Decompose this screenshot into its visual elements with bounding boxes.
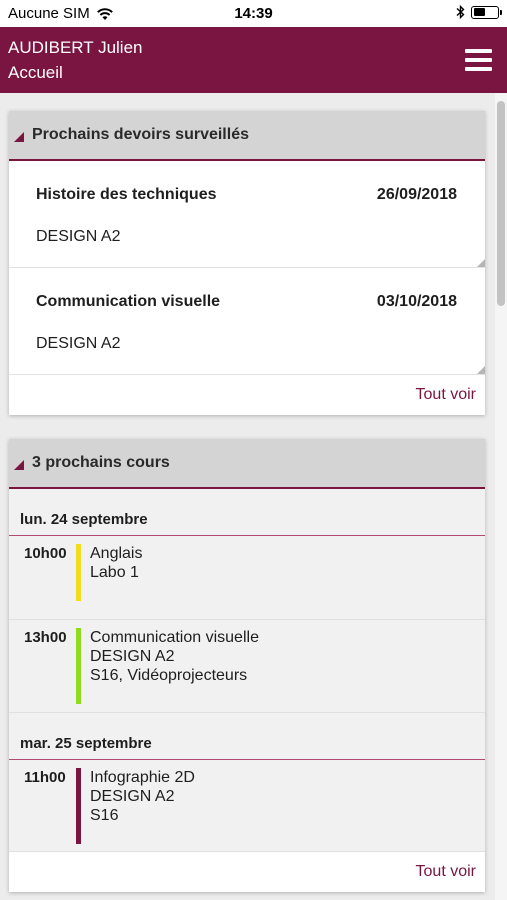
devoir-subject: Histoire des techniques	[36, 186, 217, 203]
page-title: Accueil	[8, 63, 63, 82]
day-header: lun. 24 septembre	[9, 489, 485, 536]
devoir-date: 03/10/2018	[376, 293, 457, 310]
main-content[interactable]: Prochains devoirs surveillés Histoire de…	[0, 93, 495, 900]
devoir-class: DESIGN A2	[36, 335, 121, 352]
cours-card-title: 3 prochains cours	[32, 454, 170, 471]
devoirs-card: Prochains devoirs surveillés Histoire de…	[9, 111, 485, 415]
cours-see-all-link[interactable]: Tout voir	[416, 863, 476, 881]
course-room: Labo 1	[90, 564, 139, 581]
course-time: 11h00	[24, 769, 66, 786]
menu-line	[465, 67, 492, 71]
course-color-bar	[76, 768, 81, 844]
day-label: mar. 25 septembre	[20, 735, 152, 752]
course-group: DESIGN A2	[90, 648, 175, 665]
battery-icon	[471, 5, 502, 19]
menu-line	[465, 58, 492, 62]
corner-fold-icon	[477, 259, 485, 267]
devoirs-card-header[interactable]: Prochains devoirs surveillés	[9, 111, 485, 161]
corner-fold-icon	[477, 366, 485, 374]
devoirs-see-all-link[interactable]: Tout voir	[416, 386, 476, 404]
cours-footer: Tout voir	[9, 852, 485, 892]
devoir-date: 26/09/2018	[376, 186, 457, 203]
course-details: Communication visuelle DESIGN A2 S16, Vi…	[90, 628, 259, 685]
course-room: S16, Vidéoprojecteurs	[90, 667, 248, 684]
course-subject: Infographie 2D	[90, 769, 195, 786]
course-item[interactable]: 10h00 Anglais Labo 1	[9, 536, 485, 620]
hamburger-menu-icon[interactable]	[465, 49, 492, 73]
battery-level	[473, 8, 485, 16]
status-right	[456, 5, 502, 19]
devoir-subject: Communication visuelle	[36, 293, 221, 310]
collapse-triangle-icon	[14, 132, 24, 142]
menu-line	[465, 49, 492, 53]
course-time: 13h00	[24, 629, 67, 646]
devoir-item[interactable]: Communication visuelle 03/10/2018 DESIGN…	[9, 268, 485, 375]
course-item[interactable]: 11h00 Infographie 2D DESIGN A2 S16	[9, 760, 485, 852]
devoirs-card-title: Prochains devoirs surveillés	[32, 126, 249, 143]
user-name: AUDIBERT Julien	[8, 38, 143, 57]
course-subject: Communication visuelle	[90, 629, 259, 646]
course-subject: Anglais	[90, 545, 143, 562]
cours-card-header[interactable]: 3 prochains cours	[9, 439, 485, 489]
clock: 14:39	[234, 5, 273, 22]
devoirs-footer: Tout voir	[9, 375, 485, 415]
status-bar: Aucune SIM 14:39	[0, 0, 507, 27]
scrollbar-thumb[interactable]	[497, 101, 505, 306]
day-label: lun. 24 septembre	[20, 511, 148, 528]
scrollbar[interactable]	[495, 93, 507, 900]
bluetooth-icon	[456, 5, 465, 19]
course-color-bar	[76, 628, 81, 704]
course-group: DESIGN A2	[90, 788, 175, 805]
collapse-triangle-icon	[14, 460, 24, 470]
course-color-bar	[76, 544, 81, 601]
devoir-item[interactable]: Histoire des techniques 26/09/2018 DESIG…	[9, 161, 485, 268]
app-header: AUDIBERT Julien Accueil	[0, 27, 507, 93]
course-room: S16	[90, 807, 119, 824]
course-item[interactable]: 13h00 Communication visuelle DESIGN A2 S…	[9, 620, 485, 713]
devoir-class: DESIGN A2	[36, 228, 121, 245]
day-header: mar. 25 septembre	[9, 713, 485, 760]
cours-list: lun. 24 septembre 10h00 Anglais Labo 1 1…	[9, 489, 485, 852]
course-details: Infographie 2D DESIGN A2 S16	[90, 768, 195, 825]
course-time: 10h00	[24, 545, 67, 562]
course-details: Anglais Labo 1	[90, 544, 142, 582]
cours-card: 3 prochains cours lun. 24 septembre 10h0…	[9, 439, 485, 892]
